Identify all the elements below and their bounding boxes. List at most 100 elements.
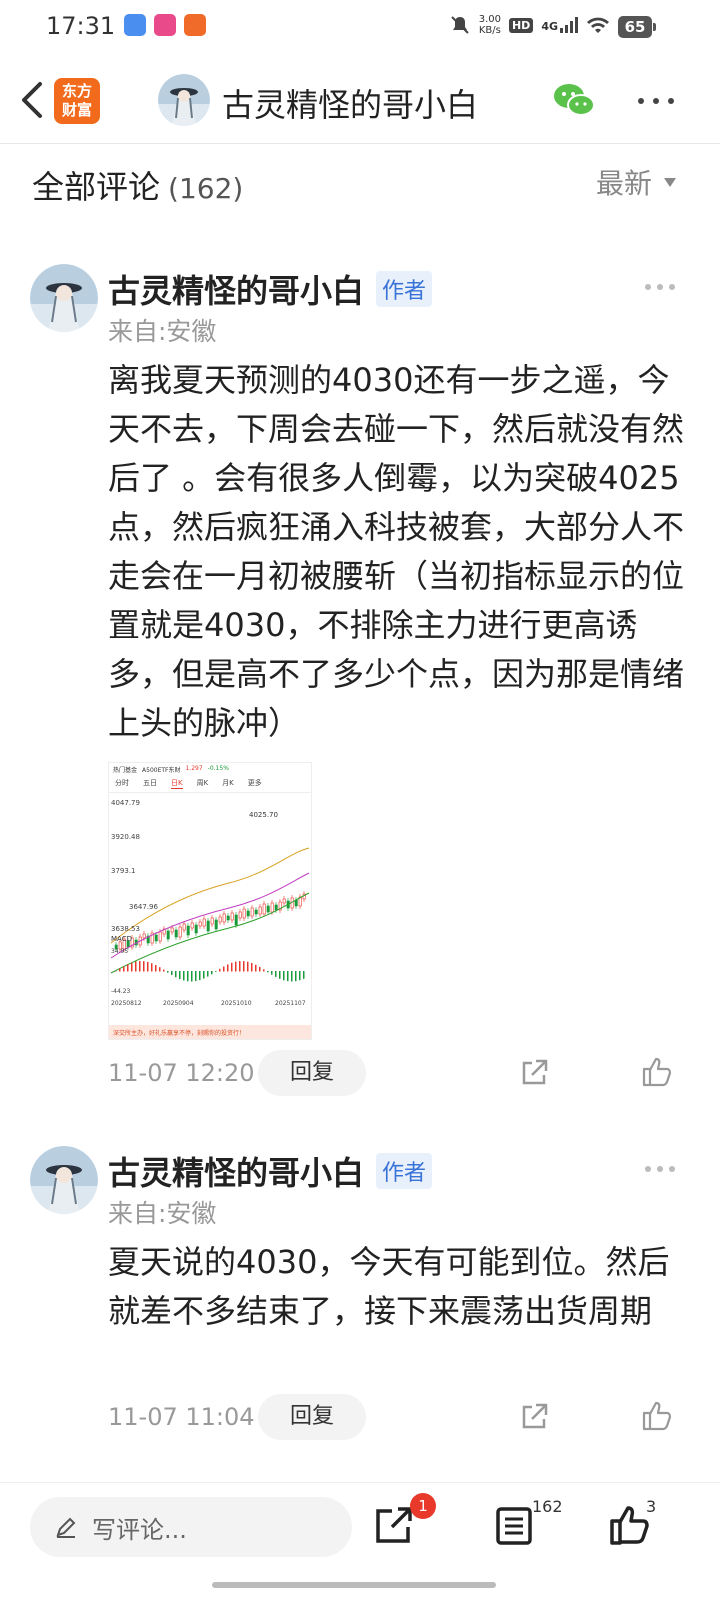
- macd-bar: [167, 971, 169, 973]
- candle-body: [206, 920, 210, 932]
- thumb-footer-banner: 深交所主办，好礼乐赢享不停，刻赐你的投资行！: [109, 1025, 311, 1039]
- macd-bar: [135, 961, 137, 972]
- macd-bar: [271, 971, 273, 975]
- status-time: 17:31: [46, 12, 116, 40]
- comment-meta: 11-07 11:04 回复: [108, 1394, 366, 1440]
- macd-bar: [131, 962, 133, 972]
- macd-bar: [251, 963, 253, 972]
- thumb-date-label: 20250904: [163, 1000, 194, 1007]
- comment-text: 夏天说的4030，今天有可能到位。然后就差不多结束了，接下来震荡出货周期: [108, 1243, 670, 1330]
- write-comment-placeholder: 写评论...: [92, 1515, 187, 1544]
- pencil-icon: [56, 1517, 76, 1538]
- app-logo[interactable]: 东方 财富: [54, 78, 100, 124]
- author-badge: 作者: [376, 1153, 433, 1189]
- candle-body: [154, 934, 158, 942]
- comment-item: 古灵精怪的哥小白 作者 来自:安徽 夏天说的4030，今天有可能到位。然后就差不…: [0, 1144, 720, 1444]
- macd-bar: [231, 962, 233, 972]
- macd-bar: [299, 971, 301, 981]
- macd-bar: [239, 961, 241, 972]
- battery-indicator: 65: [618, 16, 656, 38]
- comment-count: 162: [532, 1497, 563, 1516]
- candle-body: [262, 903, 266, 915]
- comment-more-icon[interactable]: [644, 282, 676, 292]
- candle-body: [198, 921, 202, 927]
- ma-line: [110, 847, 310, 944]
- macd-bar: [303, 971, 305, 979]
- status-indicators: 3.00 KB/s HD 4G: [449, 14, 610, 36]
- comments-section-header: 全部评论 (162) 最新: [0, 144, 720, 224]
- candle-body: [218, 916, 222, 923]
- candle-body: [214, 919, 218, 930]
- candle-body: [270, 902, 274, 913]
- like-icon[interactable]: [640, 1055, 674, 1089]
- macd-bar: [263, 969, 265, 972]
- top-nav-bar: 东方 财富 古灵精怪的哥小白: [0, 56, 720, 144]
- comment-image[interactable]: 热门基金 A500ETF东财 1.297 -0.15% 分时 五日 日K 周K …: [108, 762, 312, 1040]
- reply-button[interactable]: 回复: [258, 1394, 366, 1440]
- share-icon[interactable]: [518, 1401, 550, 1433]
- macd-bar: [171, 971, 173, 976]
- sort-dropdown[interactable]: 最新: [596, 162, 676, 202]
- share-icon[interactable]: [372, 1503, 416, 1547]
- author-row: 古灵精怪的哥小白 作者: [108, 1148, 433, 1194]
- write-comment-input[interactable]: 写评论...: [30, 1497, 352, 1557]
- comment-more-icon[interactable]: [644, 1164, 676, 1174]
- signal-indicator: 4G: [541, 17, 578, 33]
- wechat-icon[interactable]: [552, 80, 596, 120]
- status-app-icons: [124, 14, 206, 36]
- macd-bar: [147, 961, 149, 972]
- comments-list-icon[interactable]: [492, 1503, 536, 1547]
- macd-bar: [211, 971, 213, 975]
- app-notification-icon: [154, 14, 176, 36]
- macd-bar: [215, 971, 217, 972]
- like-icon[interactable]: [640, 1399, 674, 1433]
- thumb-indicator: MACD: [111, 935, 132, 943]
- app-notification-icon: [124, 14, 146, 36]
- net-speed: 3.00 KB/s: [478, 14, 501, 36]
- candle-body: [226, 915, 230, 921]
- author-name[interactable]: 古灵精怪的哥小白: [108, 1148, 364, 1194]
- macd-bar: [247, 961, 249, 972]
- author-avatar[interactable]: [158, 74, 210, 126]
- macd-bar: [151, 963, 153, 972]
- comment-avatar[interactable]: [30, 1146, 98, 1214]
- macd-bar: [275, 971, 277, 977]
- candle-body: [166, 930, 170, 940]
- candle-body: [182, 923, 186, 931]
- macd-bar: [279, 971, 281, 979]
- back-arrow-icon[interactable]: [14, 78, 54, 122]
- reply-button[interactable]: 回复: [258, 1050, 366, 1096]
- macd-bar: [255, 964, 257, 972]
- macd-bar: [175, 971, 177, 978]
- author-name[interactable]: 古灵精怪的哥小白: [108, 266, 364, 312]
- candle-body: [202, 918, 206, 927]
- candle-body: [282, 898, 286, 904]
- macd-bar: [219, 968, 221, 972]
- comment-avatar[interactable]: [30, 264, 98, 332]
- thumb-macd-label: -44.23: [111, 988, 131, 995]
- share-icon[interactable]: [518, 1057, 550, 1089]
- macd-bar: [283, 971, 285, 981]
- macd-bar: [143, 961, 145, 972]
- macd-bar: [159, 967, 161, 972]
- mute-icon: [450, 16, 469, 34]
- share-badge: 1: [410, 1493, 436, 1519]
- macd-bar: [127, 964, 129, 972]
- macd-bar: [191, 971, 193, 982]
- candle-body: [238, 911, 242, 919]
- candle-body: [170, 927, 174, 933]
- thumb-date-label: 20251010: [221, 1000, 252, 1007]
- macd-bar: [267, 971, 269, 973]
- hd-badge: HD: [508, 17, 534, 33]
- macd-bar: [187, 971, 189, 982]
- more-options-icon[interactable]: [636, 96, 676, 106]
- home-indicator: [212, 1582, 496, 1588]
- thumb-kline-chart: 4047.79 3920.48 3793.1 3647.96 3638.53 4…: [110, 799, 310, 1007]
- candle-body: [142, 933, 146, 939]
- candle-body: [178, 926, 182, 938]
- macd-bar: [123, 966, 125, 972]
- comment-location: 来自:安徽: [108, 317, 217, 346]
- macd-bar: [291, 971, 293, 982]
- comment-text: 离我夏天预测的4030还有一步之遥，今天不去，下周会去碰一下，然后就没有然后了 …: [108, 361, 685, 742]
- status-bar: 17:31 3.00 KB/s HD 4G 65: [0, 0, 720, 56]
